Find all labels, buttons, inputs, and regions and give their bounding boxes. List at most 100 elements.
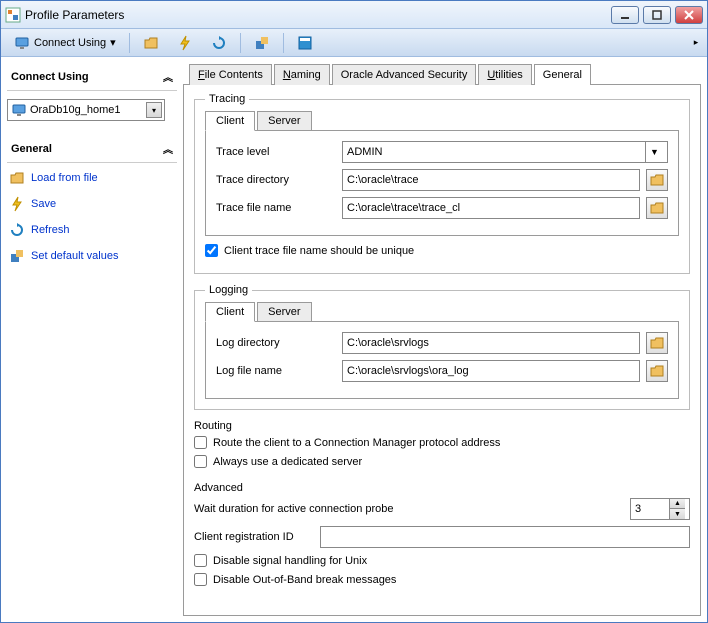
close-button[interactable]	[675, 6, 703, 24]
refresh-button[interactable]	[204, 32, 234, 54]
maximize-button[interactable]	[643, 6, 671, 24]
tracing-legend: Tracing	[205, 93, 249, 105]
logging-legend: Logging	[205, 284, 252, 296]
minimize-button[interactable]	[611, 6, 639, 24]
defaults-button[interactable]	[247, 32, 277, 54]
defaults-icon	[9, 248, 25, 264]
home-combo[interactable]: OraDb10g_home1 ▾	[7, 99, 165, 121]
log-file-text[interactable]	[347, 365, 635, 377]
separator	[129, 33, 130, 53]
titlebar: Profile Parameters	[1, 1, 707, 29]
separator	[283, 33, 284, 53]
window-icon	[297, 35, 313, 51]
dedicated-checkbox[interactable]	[194, 455, 207, 468]
tab-file-contents[interactable]: File Contents	[189, 64, 272, 85]
tab-general[interactable]: General	[534, 64, 591, 85]
spin-up-button[interactable]: ▲	[669, 499, 685, 509]
trace-file-input[interactable]	[342, 197, 640, 219]
lightning-icon	[177, 35, 193, 51]
log-dir-text[interactable]	[347, 337, 635, 349]
sidebar-item-label: Load from file	[31, 172, 98, 184]
browse-button[interactable]	[646, 169, 668, 191]
window-title: Profile Parameters	[25, 8, 611, 22]
disable-signal-checkbox[interactable]	[194, 554, 207, 567]
collapse-icon[interactable]: ︽	[163, 69, 173, 84]
home-combo-value: OraDb10g_home1	[30, 104, 121, 116]
separator	[240, 33, 241, 53]
tab-general-body: Tracing Client Server Trace level ADMIN …	[183, 84, 701, 616]
routing-legend: Routing	[194, 420, 690, 432]
wait-label: Wait duration for active connection prob…	[194, 503, 424, 515]
unique-checkbox[interactable]	[205, 244, 218, 257]
log-dir-label: Log directory	[216, 337, 336, 349]
sidebar-item-label: Refresh	[31, 224, 70, 236]
browse-button[interactable]	[646, 197, 668, 219]
tab-oas[interactable]: Oracle Advanced Security	[332, 64, 477, 85]
logging-group: Logging Client Server Log directory Log …	[194, 284, 690, 410]
collapse-icon[interactable]: ︽	[163, 141, 173, 156]
folder-icon	[650, 201, 664, 215]
tab-naming[interactable]: Naming	[274, 64, 330, 85]
log-dir-input[interactable]	[342, 332, 640, 354]
trace-dir-label: Trace directory	[216, 174, 336, 186]
trace-level-label: Trace level	[216, 146, 336, 158]
wait-spinner[interactable]: ▲ ▼	[630, 498, 690, 520]
general-header: General ︽	[7, 135, 177, 163]
disable-oob-label: Disable Out-of-Band break messages	[213, 574, 396, 586]
sidebar-item-label: Save	[31, 198, 56, 210]
monitor-icon	[12, 103, 26, 117]
log-file-label: Log file name	[216, 365, 336, 377]
sidebar-item-refresh[interactable]: Refresh	[7, 219, 177, 241]
trace-level-select[interactable]: ADMIN ▼	[342, 141, 668, 163]
connect-using-label: Connect Using	[34, 37, 106, 49]
spin-down-button[interactable]: ▼	[669, 509, 685, 519]
trace-dir-input[interactable]	[342, 169, 640, 191]
dropdown-arrow-icon[interactable]: ▾	[146, 102, 162, 118]
sidebar-item-load[interactable]: Load from file	[7, 167, 177, 189]
trace-level-value: ADMIN	[347, 146, 645, 158]
save-button[interactable]	[170, 32, 200, 54]
logging-tab-server[interactable]: Server	[257, 302, 311, 322]
log-file-input[interactable]	[342, 360, 640, 382]
monitor-icon	[14, 35, 30, 51]
toolbar-overflow[interactable]: ▸	[691, 31, 701, 55]
connect-using-dropdown[interactable]: Connect Using ▾	[7, 32, 123, 54]
sidebar-item-defaults[interactable]: Set default values	[7, 245, 177, 267]
sidebar: Connect Using ︽ OraDb10g_home1 ▾ General…	[7, 63, 177, 616]
defaults-icon	[254, 35, 270, 51]
folder-open-icon	[143, 35, 159, 51]
logging-client-body: Log directory Log file name	[205, 321, 679, 399]
lightning-icon	[9, 196, 25, 212]
connect-using-header-label: Connect Using	[11, 71, 89, 83]
refresh-icon	[211, 35, 227, 51]
disable-oob-checkbox[interactable]	[194, 573, 207, 586]
tracing-tab-server[interactable]: Server	[257, 111, 311, 131]
trace-dir-text[interactable]	[347, 174, 635, 186]
unique-label: Client trace file name should be unique	[224, 245, 414, 257]
browse-button[interactable]	[646, 360, 668, 382]
window: Profile Parameters Connect Using ▾ ▸ Con…	[0, 0, 708, 623]
trace-file-label: Trace file name	[216, 202, 336, 214]
browse-button[interactable]	[646, 332, 668, 354]
dropdown-arrow-icon: ▾	[110, 36, 116, 49]
regid-input[interactable]	[320, 526, 690, 548]
folder-icon	[650, 364, 664, 378]
toolbar: Connect Using ▾ ▸	[1, 29, 707, 57]
route-cm-checkbox[interactable]	[194, 436, 207, 449]
tracing-tab-client[interactable]: Client	[205, 111, 255, 131]
wait-value[interactable]	[631, 503, 669, 515]
main: File Contents Naming Oracle Advanced Sec…	[183, 63, 701, 616]
logging-tab-client[interactable]: Client	[205, 302, 255, 322]
load-button[interactable]	[136, 32, 166, 54]
general-header-label: General	[11, 143, 52, 155]
sidebar-item-label: Set default values	[31, 250, 118, 262]
disable-signal-label: Disable signal handling for Unix	[213, 555, 367, 567]
dropdown-arrow-icon[interactable]: ▼	[645, 142, 663, 162]
route-cm-label: Route the client to a Connection Manager…	[213, 437, 500, 449]
tab-utilities[interactable]: Utilities	[478, 64, 531, 85]
trace-file-text[interactable]	[347, 202, 635, 214]
view-button[interactable]	[290, 32, 320, 54]
dedicated-label: Always use a dedicated server	[213, 456, 362, 468]
refresh-icon	[9, 222, 25, 238]
sidebar-item-save[interactable]: Save	[7, 193, 177, 215]
